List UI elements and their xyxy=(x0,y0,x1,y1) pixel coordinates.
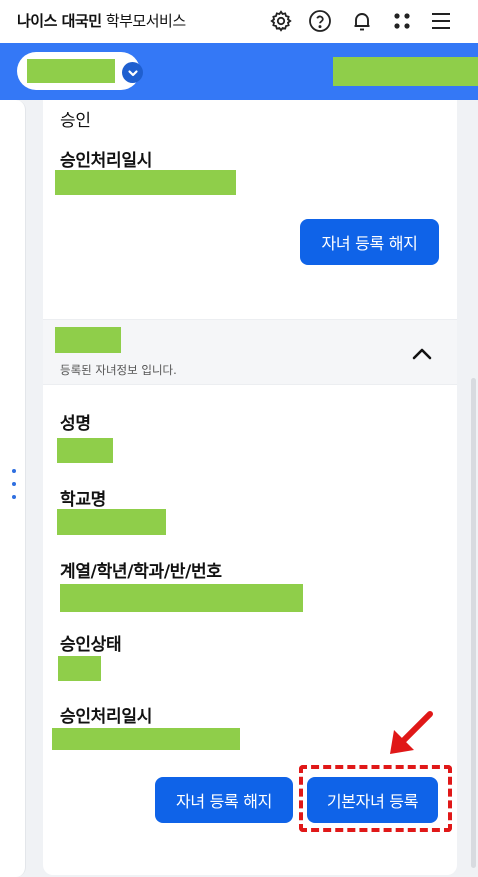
brand-name: 나이스 대국민 xyxy=(17,12,102,30)
more-options-icon[interactable] xyxy=(11,469,17,499)
unregister-child-button[interactable]: 자녀 등록 해지 xyxy=(300,219,439,265)
unregister-child-button-2[interactable]: 자녀 등록 해지 xyxy=(155,777,293,823)
school-label: 학교명 xyxy=(60,490,107,510)
approval-date-label: 승인처리일시 xyxy=(60,151,153,171)
side-panel xyxy=(0,100,26,877)
approval-date-label-2: 승인처리일시 xyxy=(60,707,153,727)
annotation-highlight-box xyxy=(299,765,452,832)
redacted-user-info xyxy=(333,57,478,86)
app-title[interactable]: 나이스 대국민 학부모서비스 xyxy=(17,10,186,31)
section-description: 등록된 자녀정보 입니다. xyxy=(60,363,177,377)
redacted-approval-date xyxy=(55,170,236,195)
approval-status-value: 승인 xyxy=(60,111,91,131)
approval-status-label: 승인상태 xyxy=(60,635,122,655)
name-label: 성명 xyxy=(60,414,91,434)
gear-icon[interactable] xyxy=(268,8,294,34)
annotation-arrow-icon xyxy=(390,711,433,754)
bell-icon[interactable] xyxy=(349,8,375,34)
redacted-child-name xyxy=(27,59,115,83)
help-icon[interactable] xyxy=(307,8,333,34)
scrollbar[interactable] xyxy=(471,378,476,868)
app-header: 나이스 대국민 학부모서비스 xyxy=(0,0,478,43)
redacted-approval-date-2 xyxy=(52,728,240,750)
child-list-card: 승인 승인처리일시 자녀 등록 해지 등록된 자녀정보 입니다. 성명 학교명 … xyxy=(43,100,457,875)
chevron-up-icon[interactable] xyxy=(409,344,435,364)
apps-icon[interactable] xyxy=(389,8,415,34)
child-selector-bar xyxy=(0,43,478,100)
child-section-header[interactable]: 등록된 자녀정보 입니다. xyxy=(43,319,457,385)
redacted-child-title xyxy=(55,327,121,353)
brand-service: 학부모서비스 xyxy=(105,12,186,30)
redacted-class-info-value xyxy=(60,584,303,612)
redacted-name-value xyxy=(57,438,113,463)
class-info-label: 계열/학년/학과/반/번호 xyxy=(60,562,222,582)
menu-icon[interactable] xyxy=(428,8,454,34)
chevron-down-icon[interactable] xyxy=(122,62,143,83)
content-area: 승인 승인처리일시 자녀 등록 해지 등록된 자녀정보 입니다. 성명 학교명 … xyxy=(0,100,478,877)
redacted-school-value xyxy=(57,509,166,535)
child-select-dropdown[interactable] xyxy=(17,52,143,90)
redacted-approval-status-value xyxy=(58,656,101,681)
